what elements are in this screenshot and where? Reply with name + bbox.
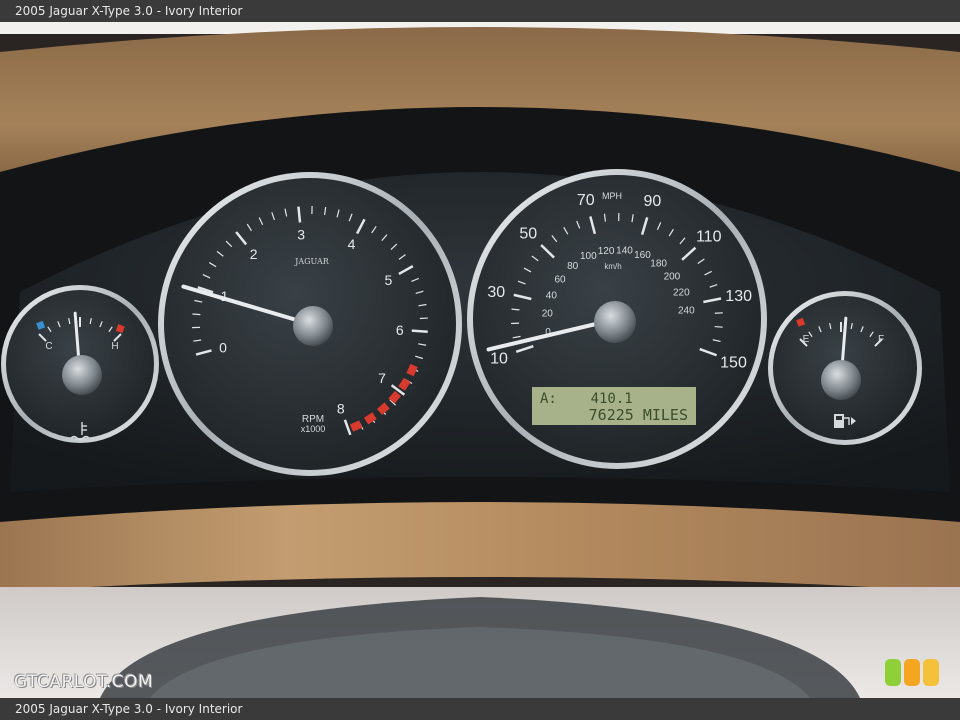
page-caption-bottom: 2005 Jaguar X-Type 3.0 - Ivory Interior	[0, 698, 960, 720]
temperature-gauge-hub	[62, 355, 102, 395]
kmh-tick-label: 100	[580, 251, 597, 262]
mph-tick-label: 10	[490, 350, 508, 367]
trip-meter-readout: A: 410.1	[540, 391, 633, 407]
instrument-cluster: 012345678 JAGUAR RPM x1000 10305070 90110…	[0, 22, 960, 698]
status-lights	[885, 659, 939, 686]
mph-tick-label: 30	[487, 284, 505, 301]
mph-tick-label: 50	[519, 225, 537, 242]
fuel-empty-label: E	[803, 334, 810, 345]
tachometer-tick-label: 6	[396, 322, 404, 338]
kmh-tick-label: 160	[634, 250, 651, 261]
kmh-tick-label: 200	[664, 272, 681, 283]
kmh-tick-label: 180	[650, 259, 667, 270]
watermark-logo: GTCARLOT.COM	[14, 672, 154, 692]
fuel-gauge: E F	[768, 291, 922, 445]
rpm-unit-label: x1000	[301, 424, 326, 434]
speedometer: 10305070 90110130150 020406080100 120 140 16…	[467, 169, 767, 469]
dashboard-photo: 012345678 JAGUAR RPM x1000 10 30 50 70 90 110…	[0, 22, 960, 698]
tachometer-tick-label: 2	[250, 246, 258, 262]
tachometer-major-tick	[411, 329, 428, 333]
tachometer: 012345678 JAGUAR RPM x1000	[158, 172, 462, 476]
status-light-yellow	[923, 659, 939, 686]
tachometer-hub	[293, 306, 333, 346]
tachometer-tick-label: 0	[219, 339, 227, 355]
mph-tick-label: 70	[577, 192, 595, 209]
mph-unit-label: MPH	[602, 191, 622, 201]
tachometer-tick-label: 7	[378, 370, 386, 386]
cold-label: C	[45, 341, 52, 352]
tachometer-tick-label: 8	[337, 401, 345, 417]
tachometer-major-tick	[297, 206, 302, 223]
kmh-tick-label: 120	[598, 246, 615, 257]
page-caption-top: 2005 Jaguar X-Type 3.0 - Ivory Interior	[0, 0, 960, 22]
speedometer-minor-tick	[714, 325, 723, 328]
mph-tick-label: 130	[725, 288, 752, 305]
jaguar-brand-label: JAGUAR	[294, 257, 330, 266]
temperature-gauge: C H	[1, 285, 159, 443]
speedometer-minor-tick	[511, 308, 520, 311]
tachometer-tick-label: 5	[385, 272, 393, 288]
tachometer-tick-label: 4	[348, 236, 356, 252]
tachometer-tick-label: 3	[297, 226, 305, 242]
status-light-green	[885, 659, 901, 686]
kmh-tick-label: 220	[673, 287, 690, 298]
hot-label: H	[111, 341, 118, 352]
kmh-tick-label: 40	[546, 291, 558, 302]
odometer-readout: 76225 MILES	[589, 406, 688, 424]
kmh-tick-label: 20	[542, 309, 554, 320]
tachometer-minor-tick	[192, 313, 201, 316]
status-light-orange	[904, 659, 920, 686]
mph-tick-label: 90	[643, 193, 661, 210]
speedometer-hub	[594, 301, 636, 343]
mph-tick-label: 110	[696, 229, 722, 246]
kmh-tick-label: 140	[616, 245, 633, 256]
kmh-tick-label: 60	[554, 274, 566, 285]
fuel-gauge-hub	[821, 360, 861, 400]
kmh-unit-label: km/h	[604, 262, 621, 271]
kmh-tick-label: 240	[678, 305, 695, 316]
mph-tick-label: 150	[720, 354, 747, 371]
kmh-tick-label: 80	[567, 261, 579, 272]
fuel-full-label: F	[878, 334, 884, 345]
